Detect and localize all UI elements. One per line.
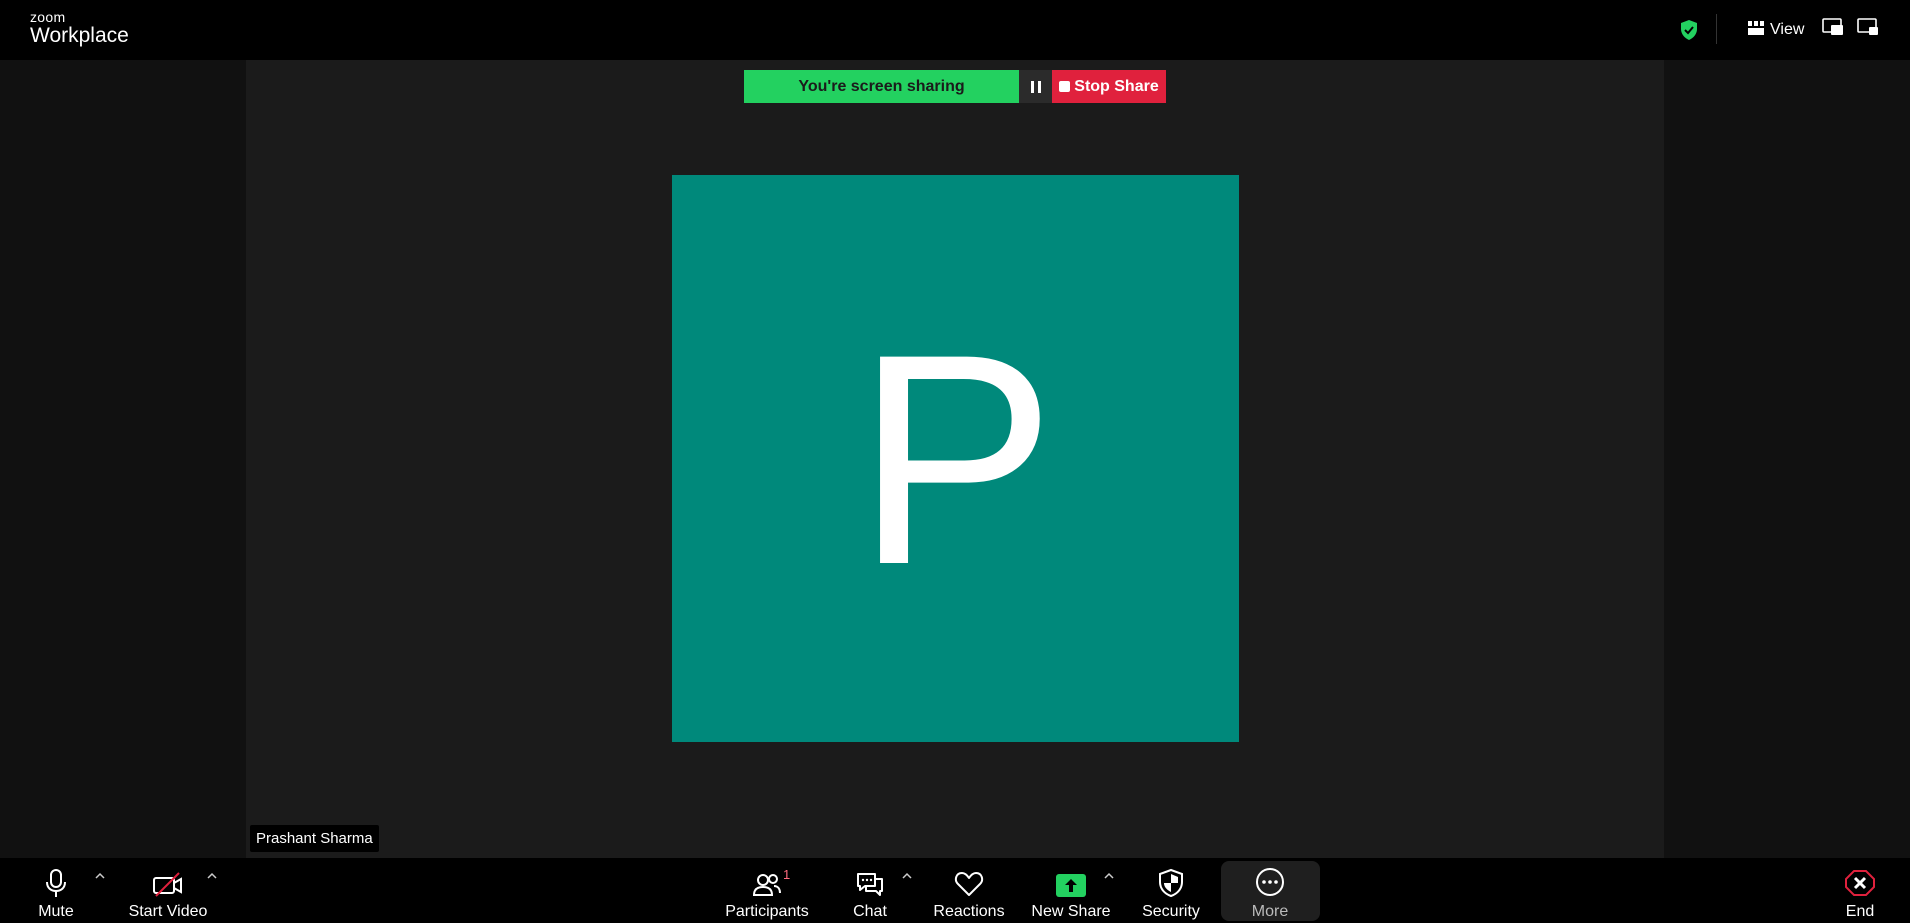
new-share-label: New Share: [1031, 903, 1111, 920]
participants-button[interactable]: Participants: [725, 858, 809, 923]
reactions-label: Reactions: [933, 903, 1005, 920]
participants-label: Participants: [725, 903, 809, 920]
pip-window-icon[interactable]: [1822, 18, 1848, 42]
video-options-caret-icon[interactable]: [205, 868, 219, 879]
share-options-caret-icon[interactable]: [1102, 868, 1116, 879]
pause-icon-bar: [1037, 80, 1041, 93]
brand-small: zoom: [30, 9, 66, 25]
chat-button[interactable]: Chat: [850, 858, 890, 923]
microphone-icon: [44, 858, 68, 898]
pause-share-button[interactable]: [1019, 70, 1052, 103]
zoom-workplace-logo: zoom Workplace: [30, 10, 129, 46]
participants-icon: [752, 858, 782, 898]
sharing-status: You're screen sharing: [744, 70, 1019, 103]
meeting-toolbar: Mute Start Video Participants 1 Chat Rea…: [0, 858, 1910, 923]
security-button[interactable]: Security: [1142, 858, 1200, 923]
end-label: End: [1845, 903, 1875, 920]
participant-avatar: P: [672, 175, 1239, 742]
pause-icon-bar: [1030, 80, 1034, 93]
view-button[interactable]: View: [1748, 18, 1804, 42]
screen-share-bar: You're screen sharing Stop Share: [744, 70, 1166, 103]
participant-name-tag: Prashant Sharma: [250, 825, 379, 852]
start-video-label: Start Video: [128, 903, 208, 920]
chat-icon: [855, 858, 885, 898]
zoom-meeting-window: zoom Workplace View You're screen sharin…: [0, 0, 1910, 923]
security-label: Security: [1142, 903, 1200, 920]
more-label: More: [1251, 903, 1289, 920]
reactions-button[interactable]: Reactions: [933, 858, 1005, 923]
more-button[interactable]: More: [1240, 858, 1300, 923]
chat-label: Chat: [853, 903, 887, 920]
view-label: View: [1770, 21, 1805, 38]
audio-options-caret-icon[interactable]: [93, 868, 107, 879]
view-grid-icon: [1748, 20, 1764, 40]
end-icon: [1844, 858, 1876, 898]
more-dots-icon: [1254, 858, 1286, 898]
new-share-button[interactable]: New Share: [1031, 858, 1111, 923]
chat-options-caret-icon[interactable]: [900, 868, 914, 879]
participants-count: 1: [783, 867, 791, 882]
stop-share-label: Stop Share: [1074, 77, 1159, 95]
video-off-icon: [152, 858, 184, 898]
stop-icon: [1059, 81, 1071, 92]
top-bar: zoom Workplace View: [0, 0, 1910, 60]
share-screen-icon: [1055, 858, 1087, 898]
avatar-letter: P: [855, 290, 1056, 627]
top-divider: [1716, 14, 1717, 44]
encryption-shield-icon[interactable]: [1678, 19, 1700, 41]
end-meeting-button[interactable]: End: [1844, 858, 1876, 923]
mute-button[interactable]: Mute: [38, 858, 74, 923]
start-video-button[interactable]: Start Video: [128, 858, 208, 923]
exit-fullscreen-icon[interactable]: [1857, 18, 1883, 42]
brand-big: Workplace: [30, 24, 129, 47]
mute-label: Mute: [38, 903, 74, 920]
heart-icon: [954, 858, 984, 898]
security-shield-icon: [1157, 858, 1185, 898]
stop-share-button[interactable]: Stop Share: [1052, 70, 1166, 103]
